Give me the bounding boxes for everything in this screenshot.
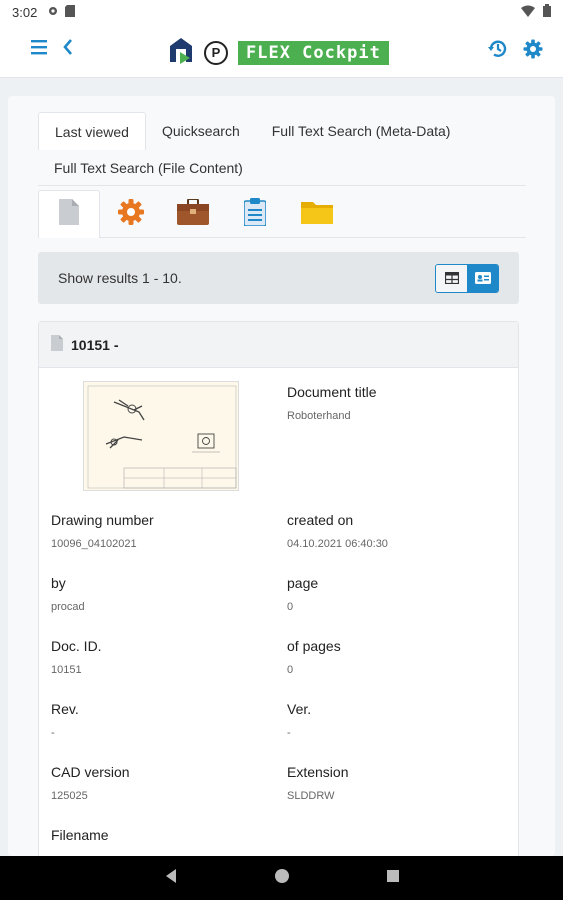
history-icon[interactable]	[487, 38, 509, 65]
status-bar: 3:02	[0, 0, 563, 24]
battery-icon	[543, 4, 551, 20]
field-label: page	[287, 575, 319, 591]
field-ver: Ver. -	[287, 701, 507, 739]
procad-logo-icon: P	[204, 40, 228, 65]
field-label: Drawing number	[51, 512, 154, 528]
status-time: 3:02	[12, 4, 38, 20]
field-rev: Rev. -	[51, 701, 271, 739]
field-value: SLDDRW	[287, 790, 335, 802]
id-card-icon	[474, 271, 491, 287]
gear-icon	[117, 198, 145, 231]
document-icon	[59, 199, 79, 230]
briefcase-icon	[177, 197, 209, 230]
tab-tasks[interactable]	[224, 190, 286, 238]
tab-documents[interactable]	[38, 190, 100, 238]
field-doc-id: Doc. ID. 10151	[51, 638, 271, 676]
app-bar: P FLEX Cockpit	[0, 24, 563, 78]
document-small-icon	[51, 335, 63, 354]
results-bar: Show results 1 - 10.	[38, 252, 519, 304]
field-filename: Filename	[51, 827, 271, 843]
search-tabs: Last viewed Quicksearch Full Text Search…	[38, 112, 526, 186]
field-extension: Extension SLDDRW	[287, 764, 507, 802]
tab-settings-category[interactable]	[100, 190, 162, 238]
field-value: 0	[287, 664, 294, 676]
field-drawing-number: Drawing number 10096_04102021	[51, 512, 271, 550]
document-card-title: 10151 -	[71, 336, 119, 353]
field-value: 10151	[51, 664, 82, 676]
table-view-button[interactable]	[436, 265, 467, 292]
field-label: Rev.	[51, 701, 79, 717]
table-icon	[444, 271, 459, 287]
menu-icon[interactable]	[30, 38, 50, 61]
field-label: Filename	[51, 827, 109, 843]
field-cad-version: CAD version 125025	[51, 764, 271, 802]
search-panel: Last viewed Quicksearch Full Text Search…	[8, 96, 555, 856]
tab-quicksearch[interactable]: Quicksearch	[146, 112, 256, 150]
system-nav-bar	[0, 856, 563, 900]
view-toggle	[435, 264, 499, 293]
field-value: -	[51, 727, 55, 739]
field-value: -	[287, 727, 291, 739]
nav-home-icon[interactable]	[274, 868, 290, 889]
tab-fulltext-meta[interactable]: Full Text Search (Meta-Data)	[256, 112, 467, 150]
drawing-preview-image	[83, 381, 239, 491]
field-label: Doc. ID.	[51, 638, 102, 654]
nav-recents-icon[interactable]	[386, 869, 400, 888]
sdcard-status-icon	[65, 4, 76, 20]
tab-folders[interactable]	[286, 190, 348, 238]
field-label: created on	[287, 512, 354, 528]
settings-status-icon	[47, 5, 59, 20]
field-value: 0	[287, 601, 294, 613]
field-value: 10096_04102021	[51, 538, 137, 550]
field-value: procad	[51, 601, 85, 613]
results-summary: Show results 1 - 10.	[58, 270, 182, 286]
field-label: Document title	[287, 384, 377, 400]
app-title: FLEX Cockpit	[238, 40, 389, 65]
document-result-card[interactable]: 10151 - Document title Roboterhand Drawi…	[38, 321, 519, 856]
folder-icon	[301, 200, 333, 229]
field-page: page 0	[287, 575, 507, 613]
field-label: CAD version	[51, 764, 130, 780]
clipboard-icon	[243, 197, 267, 231]
field-label: Ver.	[287, 701, 312, 717]
tab-fulltext-file[interactable]: Full Text Search (File Content)	[38, 149, 259, 187]
settings-icon[interactable]	[523, 39, 543, 64]
drawing-thumbnail[interactable]	[51, 380, 271, 492]
field-value: 125025	[51, 790, 88, 802]
tab-projects[interactable]	[162, 190, 224, 238]
field-label: Extension	[287, 764, 349, 780]
field-by: by procad	[51, 575, 271, 613]
back-icon[interactable]	[62, 38, 74, 61]
category-tabs	[38, 190, 526, 238]
document-card-header: 10151 -	[39, 322, 518, 368]
card-view-button[interactable]	[467, 265, 498, 292]
field-document-title: Document title Roboterhand	[287, 384, 507, 422]
field-label: by	[51, 575, 66, 591]
tab-last-viewed[interactable]: Last viewed	[38, 112, 146, 150]
field-of-pages: of pages 0	[287, 638, 507, 676]
wifi-icon	[521, 5, 535, 20]
app-logo-icon	[168, 36, 194, 69]
nav-back-icon[interactable]	[164, 868, 178, 889]
field-created-on: created on 04.10.2021 06:40:30	[287, 512, 507, 550]
field-value: 04.10.2021 06:40:30	[287, 538, 388, 550]
field-value: Roboterhand	[287, 410, 351, 422]
field-label: of pages	[287, 638, 341, 654]
